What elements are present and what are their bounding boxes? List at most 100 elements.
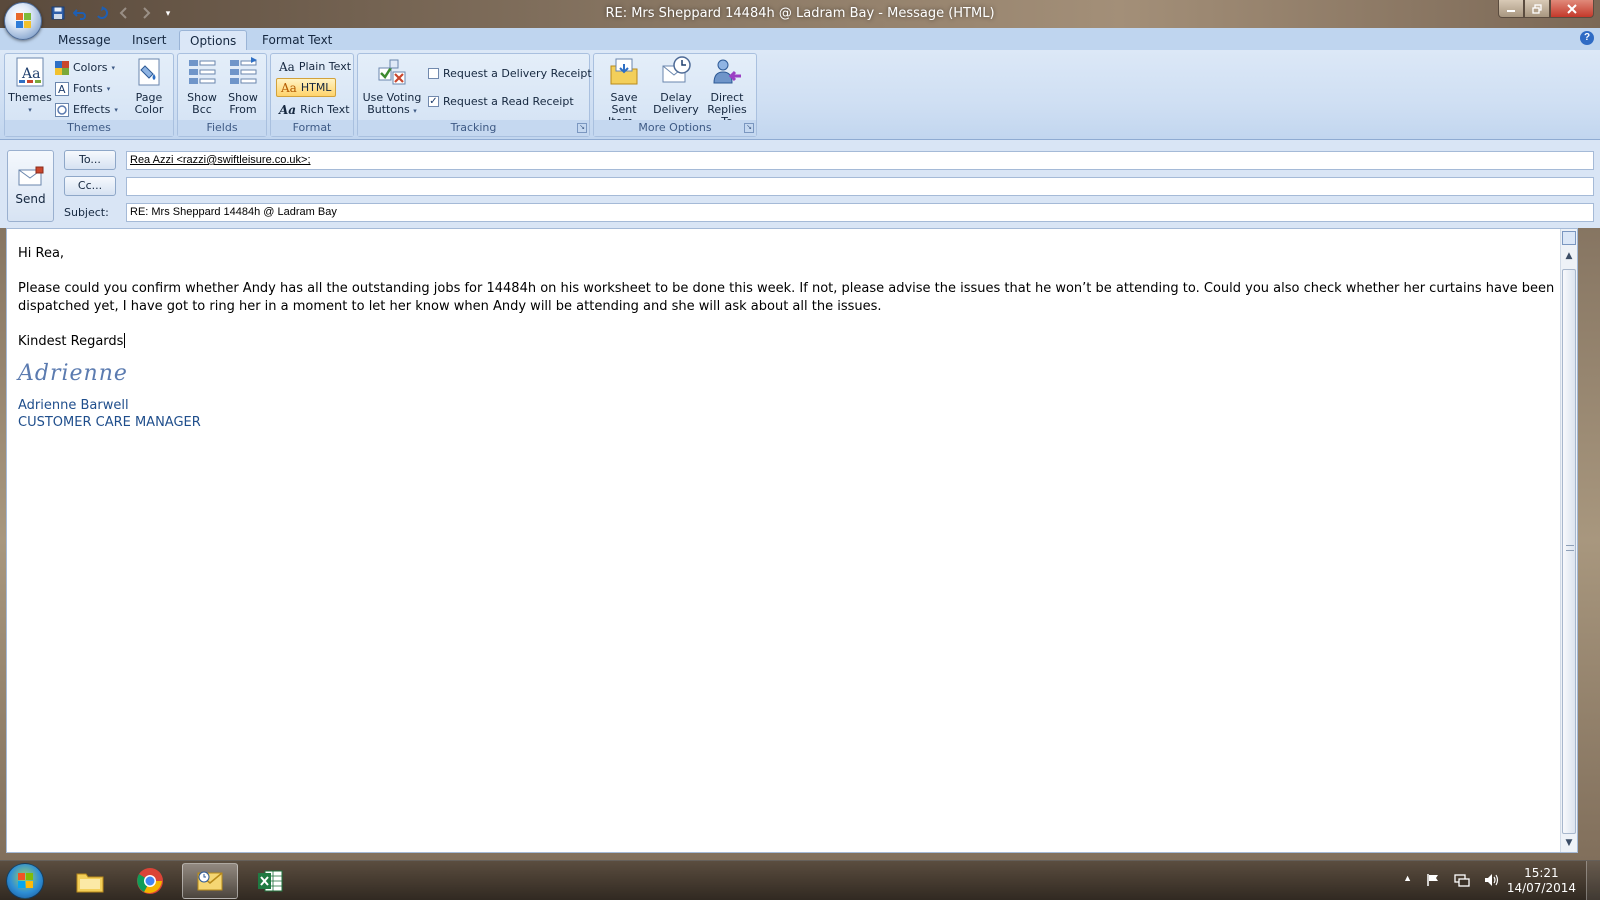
message-body-editor[interactable]: Hi Rea, Please could you confirm whether…	[6, 228, 1578, 853]
network-icon[interactable]	[1454, 873, 1470, 890]
direct-replies-to-icon	[711, 56, 743, 88]
to-field[interactable]: Rea Azzi <razzi@swiftleisure.co.uk>;	[126, 151, 1594, 170]
group-themes: Aa Themes ▾ Colors▾ A Fonts▾ Effects▾	[4, 53, 174, 137]
page-color-icon	[133, 56, 165, 88]
read-receipt-checkbox[interactable]: ✓	[428, 96, 439, 107]
send-icon	[18, 166, 43, 186]
ruler-toggle-icon[interactable]	[1562, 231, 1576, 245]
svg-text:Aa: Aa	[21, 66, 40, 82]
fonts-label: Fonts	[73, 82, 103, 95]
tab-format-text[interactable]: Format Text	[252, 30, 342, 50]
to-button[interactable]: To...	[64, 150, 116, 170]
group-more-options: Save Sent Item ▾ Delay Delivery Direct R…	[593, 53, 757, 137]
restore-icon	[1532, 3, 1542, 14]
delivery-receipt-option[interactable]: Request a Delivery Receipt	[428, 64, 592, 83]
scroll-up-arrow-icon[interactable]: ▲	[1561, 249, 1577, 263]
voting-buttons-button[interactable]: Use Voting Buttons ▾	[362, 56, 422, 117]
rich-text-button[interactable]: Aa Rich Text	[279, 100, 350, 119]
taskbar-file-explorer[interactable]	[62, 863, 118, 899]
page-color-label-2: Color	[134, 103, 164, 116]
delivery-receipt-label: Request a Delivery Receipt	[443, 67, 592, 80]
outlook-icon	[197, 871, 223, 891]
tracking-dialog-launcher-icon[interactable]: ↘	[577, 123, 587, 133]
message-text[interactable]: Hi Rea, Please could you confirm whether…	[18, 245, 1563, 431]
plain-text-label: Plain Text	[298, 60, 352, 73]
delay-delivery-icon	[660, 56, 692, 88]
taskbar-excel[interactable]	[242, 863, 298, 899]
scroll-down-arrow-icon[interactable]: ▼	[1561, 836, 1577, 850]
more-options-dialog-launcher-icon[interactable]: ↘	[744, 123, 754, 133]
show-hidden-icons-icon[interactable]: ▲	[1403, 873, 1412, 890]
show-from-button[interactable]: Show From	[223, 56, 263, 116]
start-button[interactable]	[6, 863, 44, 899]
themes-icon: Aa	[14, 56, 46, 88]
folder-icon	[76, 873, 104, 893]
read-receipt-option[interactable]: ✓ Request a Read Receipt	[428, 92, 574, 111]
save-sent-item-button[interactable]: Save Sent Item ▾	[598, 56, 650, 129]
volume-icon[interactable]	[1484, 873, 1500, 890]
message-header: Send To... Cc... Rea Azzi <razzi@swiftle…	[0, 140, 1600, 228]
rich-text-label: Rich Text	[300, 103, 350, 116]
delivery-receipt-checkbox[interactable]	[428, 68, 439, 79]
plain-text-button[interactable]: Aa Plain Text	[279, 57, 351, 76]
html-format-button[interactable]: Aa HTML	[276, 78, 337, 97]
system-clock[interactable]: 15:21 14/07/2014	[1507, 866, 1576, 896]
office-button[interactable]	[4, 2, 42, 40]
effects-button[interactable]: Effects ▾	[55, 100, 118, 119]
show-bcc-icon	[186, 56, 218, 88]
subject-field[interactable]: RE: Mrs Sheppard 14484h @ Ladram Bay	[126, 203, 1594, 222]
scrollbar-grip-icon	[1566, 545, 1574, 551]
clock-time: 15:21	[1524, 866, 1559, 880]
tab-message[interactable]: Message	[48, 30, 121, 50]
title-bar: ▾ RE: Mrs Sheppard 14484h @ Ladram Bay -…	[0, 0, 1600, 40]
restore-button[interactable]	[1524, 0, 1550, 18]
page-color-button[interactable]: Page Color	[127, 56, 171, 116]
clock-date: 14/07/2014	[1506, 881, 1576, 895]
colors-icon	[55, 60, 69, 75]
window-controls	[1498, 0, 1594, 18]
excel-icon	[258, 870, 283, 892]
cc-field[interactable]	[126, 177, 1594, 196]
help-icon[interactable]: ?	[1580, 31, 1594, 45]
taskbar-chrome[interactable]	[122, 863, 178, 899]
group-label-more-options: More Options	[594, 120, 756, 136]
save-sent-item-label-1: Save Sent	[610, 91, 638, 116]
fonts-button[interactable]: A Fonts ▾	[55, 79, 110, 98]
read-receipt-label: Request a Read Receipt	[443, 95, 574, 108]
themes-button[interactable]: Aa Themes ▾	[8, 56, 52, 116]
send-button[interactable]: Send	[7, 150, 54, 222]
close-button[interactable]	[1550, 0, 1594, 18]
group-label-format: Format	[271, 120, 353, 136]
windows-taskbar: ▲ 15:21 14/07/2014	[0, 860, 1600, 900]
show-bcc-label-2: Bcc	[192, 103, 212, 116]
action-center-flag-icon[interactable]	[1426, 873, 1440, 890]
signature-handwritten: Adrienne	[18, 361, 128, 386]
tab-insert[interactable]: Insert	[122, 30, 176, 50]
voting-buttons-label-2: Buttons ▾	[367, 103, 417, 116]
direct-replies-to-button[interactable]: Direct Replies To	[700, 56, 754, 128]
office-logo-icon	[16, 13, 32, 29]
themes-label: Themes	[8, 91, 52, 104]
scrollbar-thumb[interactable]	[1562, 269, 1576, 834]
greeting: Hi Rea,	[18, 246, 65, 261]
group-format: Aa Plain Text Aa HTML Aa Rich Text Forma…	[270, 53, 354, 137]
cc-button[interactable]: Cc...	[64, 176, 116, 196]
colors-button[interactable]: Colors ▾	[55, 58, 115, 77]
show-from-icon	[227, 56, 259, 88]
show-desktop-button[interactable]	[1586, 861, 1600, 900]
vertical-scrollbar[interactable]: ▲ ▼	[1560, 229, 1577, 852]
delay-delivery-button[interactable]: Delay Delivery	[652, 56, 700, 116]
show-bcc-button[interactable]: Show Bcc	[182, 56, 222, 116]
taskbar-outlook[interactable]	[182, 863, 238, 899]
closing-line: Kindest Regards	[18, 333, 126, 349]
signature-title: CUSTOMER CARE MANAGER	[18, 415, 201, 430]
send-label: Send	[15, 192, 46, 206]
minimize-button[interactable]	[1498, 0, 1524, 18]
tab-options[interactable]: Options	[179, 30, 248, 50]
to-recipient[interactable]: Rea Azzi <razzi@swiftleisure.co.uk>;	[130, 154, 311, 166]
subject-label: Subject:	[64, 206, 109, 219]
fonts-icon: A	[55, 81, 69, 96]
plain-text-icon: Aa	[279, 59, 295, 74]
system-tray: ▲	[1403, 873, 1500, 890]
save-sent-item-icon	[608, 56, 640, 88]
